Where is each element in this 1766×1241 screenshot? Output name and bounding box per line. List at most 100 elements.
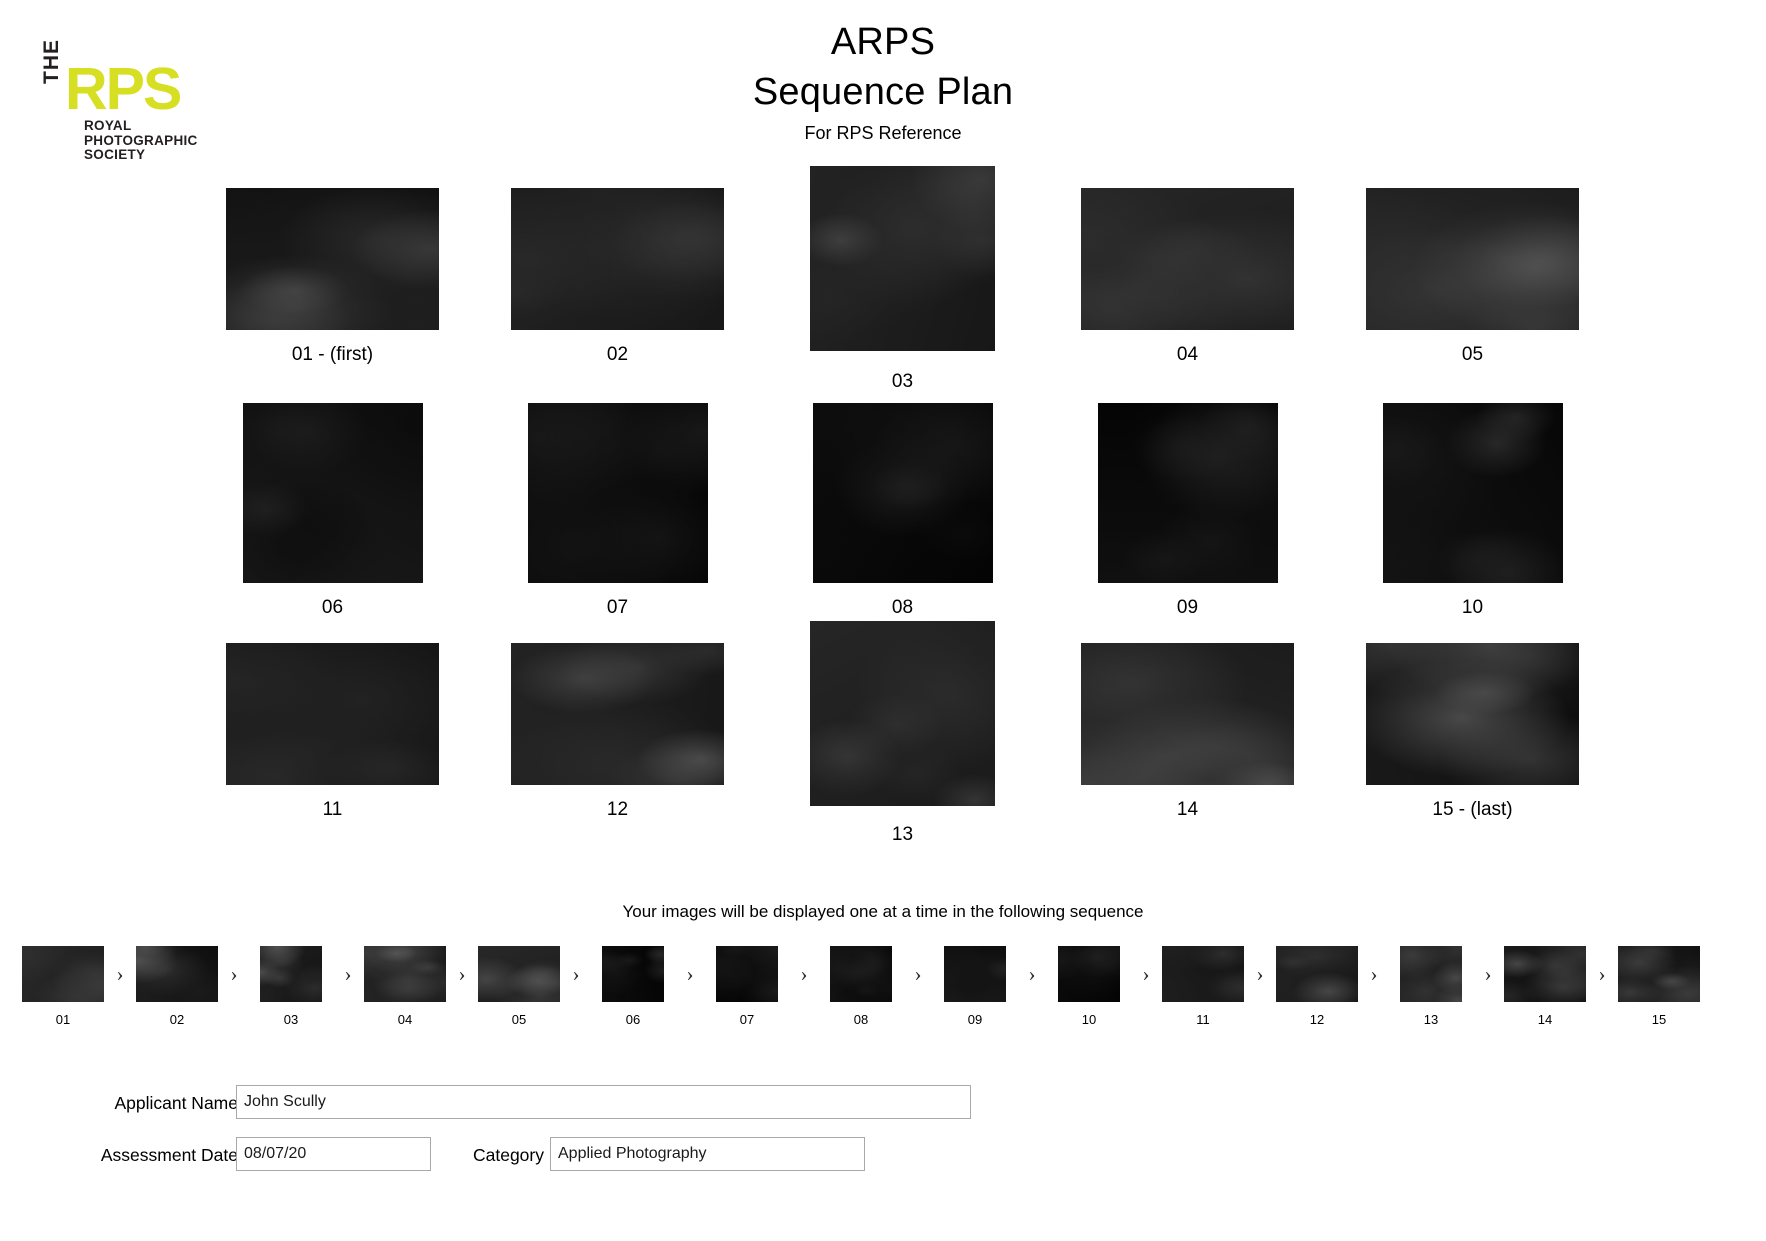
photo-cell-06[interactable]: 06 xyxy=(190,403,475,619)
photo-cell-04[interactable]: 04 xyxy=(1045,188,1330,366)
sequence-photo-grid: 01 - (first) 02 03 04 05 06 07 08 09 10 11 12 13 14 15… xyxy=(0,166,1766,883)
filmstrip-thumbnail[interactable] xyxy=(478,946,560,1002)
photo-cell-08[interactable]: 08 xyxy=(760,403,1045,619)
photo-caption: 13 xyxy=(891,824,914,845)
filmstrip-thumbnail[interactable] xyxy=(1400,946,1462,1002)
applicant-name-input[interactable]: John Scully xyxy=(236,1085,971,1119)
photo-caption: 11 xyxy=(322,799,343,820)
filmstrip-thumbnail[interactable] xyxy=(136,946,218,1002)
filmstrip-caption: 03 xyxy=(283,1012,299,1027)
photo-cell-01[interactable]: 01 - (first) xyxy=(190,188,475,366)
form-row-applicant-name: Applicant Name John Scully xyxy=(0,1085,1766,1137)
filmstrip-item-09[interactable]: 09 xyxy=(934,946,1016,1028)
filmstrip-thumbnail[interactable] xyxy=(1276,946,1358,1002)
chevron-right-icon: › xyxy=(1370,961,1378,986)
photo-caption: 04 xyxy=(1176,344,1199,365)
filmstrip-item-05[interactable]: 05 xyxy=(478,946,560,1028)
filmstrip-thumbnail[interactable] xyxy=(602,946,664,1002)
photo-thumbnail[interactable] xyxy=(1097,403,1278,583)
filmstrip-item-12[interactable]: 12 xyxy=(1276,946,1358,1028)
photo-cell-12[interactable]: 12 xyxy=(475,643,760,821)
chevron-right-icon: › xyxy=(458,961,466,986)
filmstrip-caption: 11 xyxy=(1196,1012,1210,1027)
filmstrip-item-08[interactable]: 08 xyxy=(820,946,902,1028)
photo-caption: 12 xyxy=(606,799,629,820)
filmstrip-thumbnail[interactable] xyxy=(1162,946,1244,1002)
photo-cell-14[interactable]: 14 xyxy=(1045,643,1330,821)
photo-thumbnail[interactable] xyxy=(1366,188,1579,330)
photo-cell-02[interactable]: 02 xyxy=(475,188,760,366)
filmstrip-thumbnail[interactable] xyxy=(830,946,892,1002)
photo-cell-13[interactable]: 13 xyxy=(760,621,1045,846)
filmstrip-thumbnail[interactable] xyxy=(1618,946,1700,1002)
photo-thumbnail[interactable] xyxy=(511,188,724,330)
filmstrip-item-01[interactable]: 01 xyxy=(22,946,104,1028)
filmstrip-caption: 05 xyxy=(511,1012,527,1027)
photo-caption: 06 xyxy=(321,597,344,618)
filmstrip-caption: 08 xyxy=(853,1012,869,1027)
filmstrip-caption: 13 xyxy=(1423,1012,1439,1027)
filmstrip-caption: 12 xyxy=(1309,1012,1325,1027)
photo-cell-03[interactable]: 03 xyxy=(760,166,1045,393)
photo-cell-10[interactable]: 10 xyxy=(1330,403,1615,619)
photo-cell-15[interactable]: 15 - (last) xyxy=(1330,643,1615,821)
photo-thumbnail[interactable] xyxy=(226,643,439,785)
photo-caption: 07 xyxy=(606,597,629,618)
photo-thumbnail[interactable] xyxy=(226,188,439,330)
filmstrip-caption: 15 xyxy=(1651,1012,1667,1027)
photo-thumbnail[interactable] xyxy=(1366,643,1579,785)
photo-thumbnail[interactable] xyxy=(1382,403,1563,583)
assessment-date-input[interactable]: 08/07/20 xyxy=(236,1137,431,1171)
photo-caption: 05 xyxy=(1461,344,1484,365)
photo-cell-05[interactable]: 05 xyxy=(1330,188,1615,366)
chevron-right-icon: › xyxy=(686,961,694,986)
filmstrip-item-11[interactable]: 11 xyxy=(1162,946,1244,1028)
photo-thumbnail[interactable] xyxy=(511,643,724,785)
filmstrip-thumbnail[interactable] xyxy=(1058,946,1120,1002)
assessment-date-label: Assessment Date xyxy=(100,1145,238,1165)
category-label: Category xyxy=(472,1145,544,1165)
filmstrip-caption: 02 xyxy=(169,1012,185,1027)
filmstrip-thumbnail[interactable] xyxy=(22,946,104,1002)
photo-thumbnail[interactable] xyxy=(812,403,993,583)
filmstrip-item-04[interactable]: 04 xyxy=(364,946,446,1028)
chevron-right-icon: › xyxy=(1256,961,1264,986)
filmstrip-item-15[interactable]: 15 xyxy=(1618,946,1700,1028)
filmstrip-item-07[interactable]: 07 xyxy=(706,946,788,1028)
photo-caption: 03 xyxy=(891,371,914,392)
photo-grid-row: 01 - (first) 02 03 04 05 xyxy=(0,166,1766,403)
photo-cell-07[interactable]: 07 xyxy=(475,403,760,619)
photo-thumbnail[interactable] xyxy=(810,166,995,351)
filmstrip-thumbnail[interactable] xyxy=(716,946,778,1002)
filmstrip-thumbnail[interactable] xyxy=(944,946,1006,1002)
photo-grid-row: 11 12 13 14 15 - (last) xyxy=(0,621,1766,883)
photo-caption: 02 xyxy=(606,344,629,365)
photo-thumbnail[interactable] xyxy=(527,403,708,583)
photo-thumbnail[interactable] xyxy=(242,403,423,583)
applicant-form: Applicant Name John Scully Assessment Da… xyxy=(0,1085,1766,1189)
page-title-block: ARPS Sequence Plan For RPS Reference xyxy=(0,18,1766,146)
filmstrip-item-14[interactable]: 14 xyxy=(1504,946,1586,1028)
filmstrip-thumbnail[interactable] xyxy=(260,946,322,1002)
filmstrip-caption: 09 xyxy=(967,1012,983,1027)
filmstrip-item-06[interactable]: 06 xyxy=(592,946,674,1028)
photo-thumbnail[interactable] xyxy=(1081,188,1294,330)
filmstrip-caption: 10 xyxy=(1081,1012,1097,1027)
category-input[interactable]: Applied Photography xyxy=(550,1137,865,1171)
chevron-right-icon: › xyxy=(116,961,124,986)
photo-cell-09[interactable]: 09 xyxy=(1045,403,1330,619)
photo-cell-11[interactable]: 11 xyxy=(190,643,475,821)
photo-thumbnail[interactable] xyxy=(1081,643,1294,785)
photo-grid-row: 06 07 08 09 10 xyxy=(0,403,1766,643)
filmstrip-item-10[interactable]: 10 xyxy=(1048,946,1130,1028)
filmstrip-caption: 01 xyxy=(55,1012,71,1027)
filmstrip-thumbnail[interactable] xyxy=(364,946,446,1002)
photo-thumbnail[interactable] xyxy=(810,621,995,806)
filmstrip-thumbnail[interactable] xyxy=(1504,946,1586,1002)
sequence-note: Your images will be displayed one at a t… xyxy=(622,902,1144,921)
filmstrip-item-02[interactable]: 02 xyxy=(136,946,218,1028)
logo-society-line-3: SOCIETY xyxy=(84,147,146,162)
filmstrip-item-13[interactable]: 13 xyxy=(1390,946,1472,1028)
photo-caption: 10 xyxy=(1461,597,1484,618)
filmstrip-item-03[interactable]: 03 xyxy=(250,946,332,1028)
